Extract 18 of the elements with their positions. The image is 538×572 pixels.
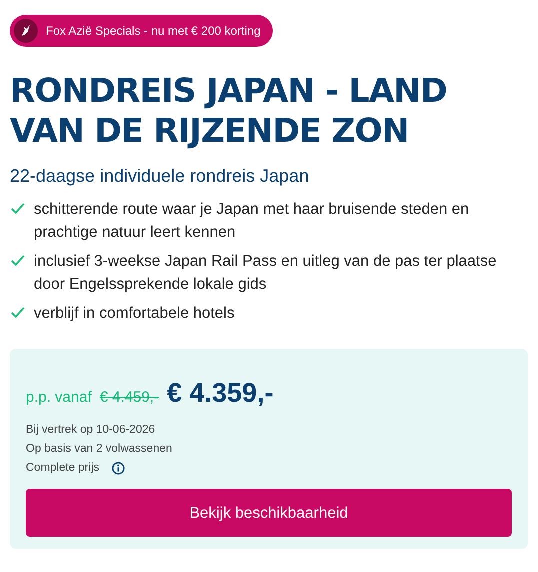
check-icon — [10, 253, 26, 269]
new-price: € 4.359,- — [167, 377, 274, 410]
availability-button[interactable]: Bekijk beschikbaarheid — [26, 489, 512, 538]
price-detail: Bij vertrek op 10-06-2026 — [26, 422, 156, 438]
check-icon — [10, 201, 26, 217]
subtitle: 22-daagse individuele rondreis Japan — [10, 165, 310, 188]
price-detail: Complete prijs — [26, 461, 100, 476]
info-icon[interactable] — [112, 462, 124, 476]
check-icon — [10, 305, 26, 321]
price-detail: Op basis van 2 volwassenen — [26, 442, 172, 457]
feature-text: verblijf in comfortabele hotels — [34, 304, 235, 324]
feature-text: schitterende route waar je Japan met haar bruisende steden en prachtige natuur leert kennen — [34, 200, 470, 243]
feature-text: inclusief 3-weekse Japan Rail Pass en uitleg van de pas ter plaatse door Engelssprekende lokale gids — [34, 252, 498, 295]
fox-logo-icon — [14, 19, 38, 43]
badge-text: Fox Azië Specials - nu met € 200 korting — [46, 23, 261, 40]
page-title: RONDREIS JAPAN - LAND VAN DE RIJZENDE ZON — [10, 71, 448, 151]
price-prefix: p.p. vanaf — [26, 388, 92, 408]
old-price: € 4.459,- — [100, 388, 160, 408]
